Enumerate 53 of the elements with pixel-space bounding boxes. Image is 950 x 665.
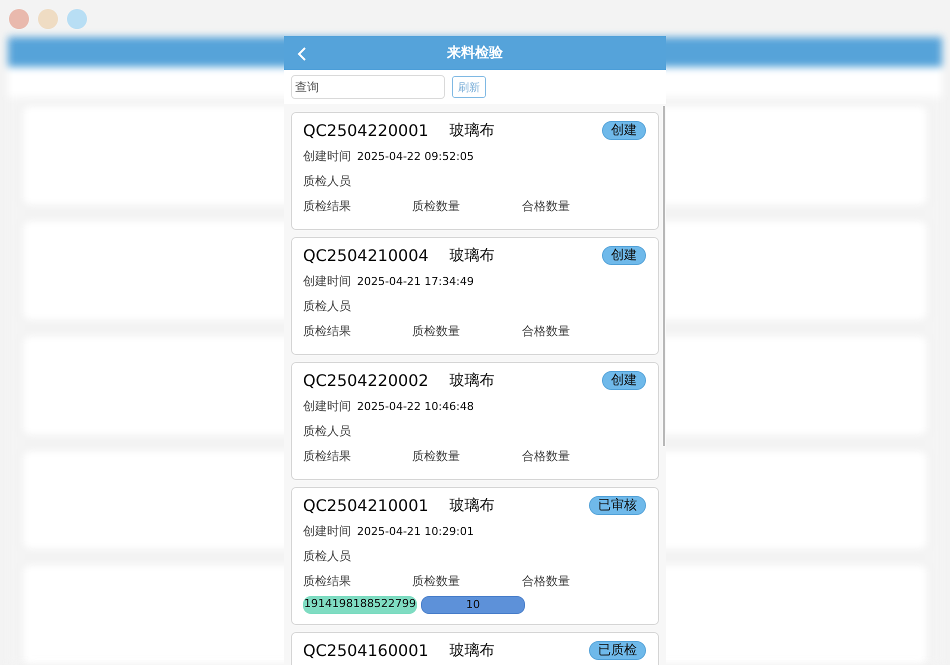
- field-label: 合格数量: [522, 323, 571, 340]
- scrollbar[interactable]: [663, 106, 665, 446]
- field-label: 质检结果: [303, 573, 352, 590]
- field-label: 创建时间: [303, 273, 351, 290]
- status-badge: 创建: [602, 371, 646, 390]
- field-label: 质检人员: [303, 173, 351, 190]
- record-card[interactable]: QC2504160001 玻璃布 已质检: [291, 632, 659, 665]
- record-code: QC2504210001: [303, 496, 429, 515]
- material-name: 玻璃布: [450, 641, 495, 660]
- material-name: 玻璃布: [450, 121, 495, 140]
- status-badge: 已审核: [589, 496, 646, 515]
- field-label: 创建时间: [303, 148, 351, 165]
- field-label: 创建时间: [303, 523, 351, 540]
- created-time: 2025-04-22 09:52:05: [357, 150, 474, 163]
- record-code: QC2504220002: [303, 371, 429, 390]
- field-label: 质检数量: [412, 573, 461, 590]
- field-label: 质检结果: [303, 198, 352, 215]
- material-name: 玻璃布: [450, 496, 495, 515]
- page-title: 来料检验: [447, 44, 503, 62]
- created-time: 2025-04-22 10:46:48: [357, 400, 474, 413]
- field-label: 质检数量: [412, 323, 461, 340]
- field-label: 合格数量: [522, 448, 571, 465]
- created-time: 2025-04-21 10:29:01: [357, 525, 474, 538]
- record-card[interactable]: QC2504220001 玻璃布 创建 创建时间 2025-04-22 09:52:05 质检人员 质检结果 质检数量 合格数量: [291, 112, 659, 230]
- close-dot-icon[interactable]: [9, 8, 29, 28]
- created-time: 2025-04-21 17:34:49: [357, 275, 474, 288]
- record-code: QC2504220001: [303, 121, 429, 140]
- field-label: 质检人员: [303, 298, 351, 315]
- quantity-value: 10: [420, 596, 525, 614]
- field-label: 合格数量: [522, 573, 571, 590]
- field-label: 质检数量: [412, 198, 461, 215]
- status-badge: 创建: [602, 246, 646, 265]
- record-card[interactable]: QC2504220002 玻璃布 创建 创建时间 2025-04-22 10:46:48 质检人员 质检结果 质检数量 合格数量: [291, 362, 659, 480]
- field-label: 质检结果: [303, 323, 352, 340]
- maximize-dot-icon[interactable]: [67, 8, 87, 28]
- field-label: 合格数量: [522, 198, 571, 215]
- field-label: 质检数量: [412, 448, 461, 465]
- record-code: QC2504210004: [303, 246, 429, 265]
- record-card[interactable]: QC2504210004 玻璃布 创建 创建时间 2025-04-21 17:34:49 质检人员 质检结果 质检数量 合格数量: [291, 237, 659, 355]
- field-label: 创建时间: [303, 398, 351, 415]
- back-icon[interactable]: [297, 46, 307, 62]
- field-label: 质检人员: [303, 548, 351, 565]
- field-label: 质检人员: [303, 423, 351, 440]
- search-field[interactable]: 查询: [291, 75, 445, 99]
- result-value: 1914198188522799: [303, 596, 417, 614]
- material-name: 玻璃布: [450, 371, 495, 390]
- record-code: QC2504160001: [303, 641, 429, 660]
- status-badge: 已质检: [589, 641, 646, 660]
- status-badge: 创建: [602, 121, 646, 140]
- record-card[interactable]: QC2504210001 玻璃布 已审核 创建时间 2025-04-21 10:29:01 质检人员 质检结果 质检数量 合格数量 1914198188522799 10: [291, 487, 659, 625]
- material-name: 玻璃布: [450, 246, 495, 265]
- minimize-dot-icon[interactable]: [38, 8, 58, 28]
- field-label: 质检结果: [303, 448, 352, 465]
